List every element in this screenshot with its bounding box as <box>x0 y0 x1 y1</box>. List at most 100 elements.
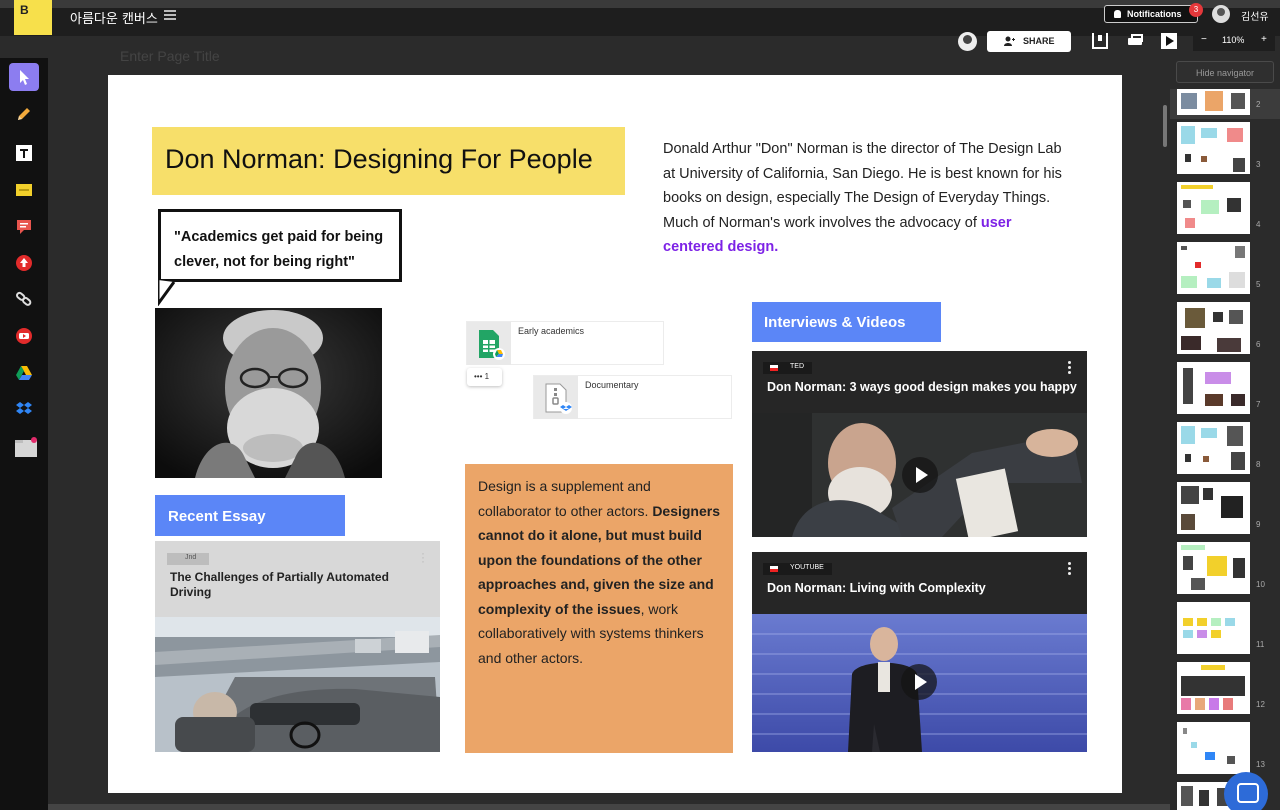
video-card-youtube[interactable]: YOUTUBE Don Norman: Living with Complexi… <box>752 552 1087 752</box>
share-label: SHARE <box>1023 36 1055 46</box>
user-name[interactable]: 김선유 <box>1241 8 1269 23</box>
sticky-note-icon <box>16 184 32 196</box>
page-thumbnail[interactable] <box>1177 422 1250 474</box>
file-name: Documentary <box>585 380 639 390</box>
thumbnail-preview <box>1181 91 1245 111</box>
notification-count-badge: 3 <box>1189 3 1203 17</box>
video-source-text: TED <box>790 363 804 370</box>
portrait-image[interactable] <box>155 308 382 478</box>
page-thumbnail[interactable] <box>1177 362 1250 414</box>
design-note-text: Design is a supplement and collaborator … <box>478 478 653 519</box>
pencil-tool[interactable] <box>9 100 39 128</box>
video-header: YOUTUBE Don Norman: Living with Complexi… <box>752 552 1087 614</box>
card-menu-icon[interactable] <box>1068 361 1071 376</box>
youtube-flag-icon <box>770 566 778 572</box>
quote-callout[interactable]: "Academics get paid for being clever, no… <box>158 209 402 282</box>
bio-text-block[interactable]: Donald Arthur "Don" Norman is the direct… <box>663 137 1073 260</box>
list-icon[interactable] <box>164 10 176 20</box>
page-thumbnail[interactable] <box>1177 89 1250 115</box>
thumbnail-preview <box>1181 665 1245 710</box>
upload-tool[interactable] <box>9 249 39 277</box>
zoom-control: − 110% + <box>1193 31 1275 51</box>
zoom-out-button[interactable]: − <box>1201 34 1207 45</box>
thumbnail-preview <box>1183 728 1235 764</box>
file-name: Early academics <box>518 326 585 336</box>
chat-support-button[interactable] <box>1224 772 1268 810</box>
select-tool[interactable] <box>9 63 39 91</box>
thumbnail-preview <box>1181 426 1245 470</box>
page-thumbnail[interactable] <box>1177 662 1250 714</box>
page-thumbnail[interactable] <box>1177 602 1250 654</box>
essay-tag: Jnd <box>167 553 209 565</box>
zoom-in-button[interactable]: + <box>1261 34 1267 45</box>
interviews-videos-text: Interviews & Videos <box>764 314 906 331</box>
interviews-videos-label[interactable]: Interviews & Videos <box>752 302 941 342</box>
file-attachment-documentary[interactable]: Documentary <box>533 375 732 419</box>
board-title[interactable]: 아름다운 캔버스 <box>70 8 158 27</box>
page-title-placeholder[interactable]: Enter Page Title <box>120 48 220 64</box>
folder-icon <box>15 437 37 457</box>
share-button[interactable]: SHARE <box>987 31 1071 52</box>
notifications-label: Notifications <box>1127 9 1182 19</box>
folder-tool[interactable] <box>9 432 39 460</box>
canvas-scrollbar[interactable] <box>1163 105 1167 147</box>
share-avatar[interactable] <box>958 32 977 51</box>
present-icon[interactable] <box>1161 33 1177 49</box>
hide-navigator-button[interactable]: Hide navigator <box>1176 61 1274 83</box>
comment-count-pill[interactable]: ••• 1 <box>467 368 502 386</box>
page-thumbnail[interactable] <box>1177 542 1250 594</box>
recent-essay-label[interactable]: Recent Essay <box>155 495 345 536</box>
sticky-note-tool[interactable] <box>9 176 39 204</box>
page-number: 4 <box>1256 220 1261 229</box>
link-tool[interactable] <box>9 285 39 313</box>
page-thumbnail[interactable] <box>1177 302 1250 354</box>
video-card-ted[interactable]: TED Don Norman: 3 ways good design makes… <box>752 351 1087 537</box>
file-attachment-early-academics[interactable]: Early academics <box>466 321 664 365</box>
tool-sidebar <box>0 58 48 810</box>
thumbnail-preview <box>1183 618 1235 638</box>
link-icon <box>16 291 32 306</box>
video-title: Don Norman: 3 ways good design makes you… <box>767 380 1077 394</box>
thumbnail-preview <box>1181 308 1243 352</box>
dropbox-icon <box>16 402 32 414</box>
upload-icon <box>16 255 32 271</box>
page-number: 7 <box>1256 400 1261 409</box>
page-number: 6 <box>1256 340 1261 349</box>
download-icon[interactable] <box>1092 33 1108 49</box>
dropbox-tool[interactable] <box>9 395 39 423</box>
comment-tool[interactable] <box>9 213 39 241</box>
thumbnail-preview <box>1181 246 1245 288</box>
play-icon[interactable] <box>902 457 938 493</box>
file-thumbnail <box>534 376 578 419</box>
thumbnail-preview <box>1181 185 1241 228</box>
print-icon[interactable] <box>1127 33 1143 49</box>
page-number: 10 <box>1256 580 1265 589</box>
card-menu-icon[interactable] <box>1068 562 1071 577</box>
youtube-icon <box>16 328 32 344</box>
horizontal-scrollbar[interactable] <box>48 804 1170 810</box>
card-menu-icon[interactable]: · · · <box>421 547 425 567</box>
page-thumbnail[interactable] <box>1177 242 1250 294</box>
page-thumbnail[interactable] <box>1177 122 1250 174</box>
portrait-photo <box>155 308 382 478</box>
page-thumbnail[interactable] <box>1177 482 1250 534</box>
play-icon[interactable] <box>901 664 937 700</box>
text-icon <box>16 145 32 161</box>
flag-icon <box>770 365 778 371</box>
user-avatar[interactable] <box>1212 5 1230 23</box>
page-navigator: Hide navigator 2 3 4 5 6 7 8 9 10 11 12 <box>1170 58 1280 810</box>
design-note-sticky[interactable]: Design is a supplement and collaborator … <box>465 464 733 753</box>
top-bar: B 아름다운 캔버스 Notifications 3 김선유 <box>0 0 1280 36</box>
page-thumbnail[interactable] <box>1177 182 1250 234</box>
google-drive-tool[interactable] <box>9 359 39 387</box>
zip-file-icon <box>545 383 572 414</box>
zoom-level[interactable]: 110% <box>1222 35 1244 45</box>
thumbnail-preview <box>1181 545 1245 590</box>
notifications-button[interactable]: Notifications <box>1104 5 1198 23</box>
page-thumbnail[interactable] <box>1177 722 1250 774</box>
app-logo[interactable]: B <box>14 0 52 35</box>
essay-link-card[interactable]: Jnd · · · The Challenges of Partially Auto… <box>155 541 440 752</box>
title-sticky-note[interactable]: Don Norman: Designing For People <box>152 127 625 195</box>
text-tool[interactable] <box>9 139 39 167</box>
youtube-tool[interactable] <box>9 322 39 350</box>
